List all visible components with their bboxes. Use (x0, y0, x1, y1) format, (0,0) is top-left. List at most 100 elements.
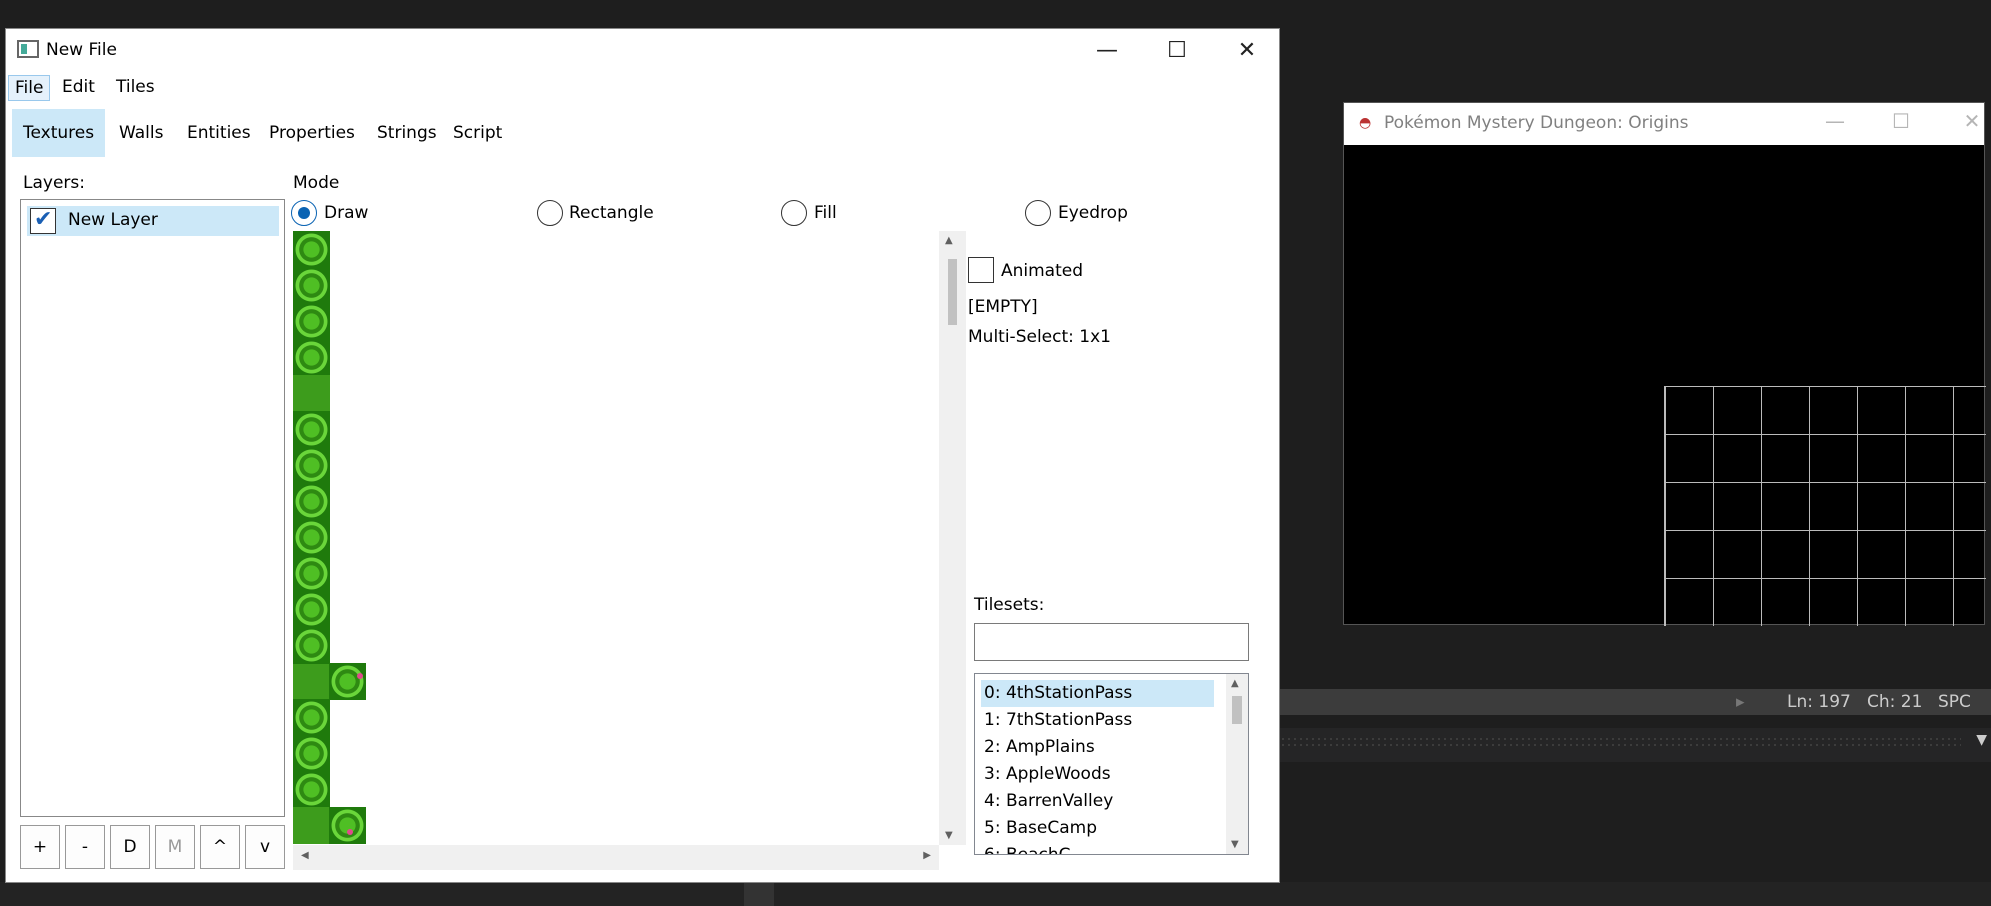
duplicate-layer-button[interactable]: D (110, 825, 150, 869)
move-layer-down-button[interactable]: v (245, 825, 285, 869)
game-title: Pokémon Mystery Dungeon: Origins (1384, 113, 1689, 133)
menu-tiles[interactable]: Tiles (110, 75, 161, 101)
tile[interactable] (329, 807, 366, 844)
tile[interactable] (293, 447, 330, 484)
tile[interactable] (293, 735, 330, 772)
layers-list[interactable]: New Layer (20, 199, 285, 817)
list-item[interactable]: 0: 4thStationPass (981, 680, 1214, 707)
tileset-horizontal-scrollbar[interactable]: ◀ ▶ (293, 845, 939, 870)
list-item[interactable]: 2: AmpPlains (981, 734, 1214, 761)
scroll-up-icon[interactable]: ▲ (1231, 678, 1239, 689)
caret-right-icon: ▸ (1736, 692, 1745, 712)
mode-fill-radio[interactable] (781, 200, 807, 226)
mode-eyedrop-label[interactable]: Eyedrop (1058, 203, 1128, 223)
tile[interactable] (293, 303, 330, 340)
panel-divider (1280, 736, 1961, 750)
close-button[interactable]: ✕ (1218, 29, 1276, 73)
tile[interactable] (293, 267, 330, 304)
merge-layer-button[interactable]: M (155, 825, 195, 869)
list-item[interactable]: 4: BarrenValley (981, 788, 1214, 815)
menu-file[interactable]: File (8, 75, 51, 101)
game-window[interactable]: ◓ Pokémon Mystery Dungeon: Origins — ☐ ✕ (1343, 102, 1986, 626)
ide-panel-strip: ▼ (1270, 728, 1991, 762)
chevron-down-icon[interactable]: ▼ (1976, 732, 1987, 748)
animated-checkbox[interactable] (968, 257, 994, 283)
tab-strings[interactable]: Strings (366, 109, 448, 157)
scroll-thumb[interactable] (948, 259, 957, 325)
scroll-thumb[interactable] (1232, 696, 1242, 724)
list-item[interactable]: 5: BaseCamp (981, 815, 1214, 842)
editor-titlebar[interactable]: New File — ☐ ✕ (6, 29, 1279, 73)
tile[interactable] (293, 699, 330, 736)
layers-label: Layers: (23, 173, 85, 193)
tilesets-label: Tilesets: (974, 595, 1045, 615)
scroll-right-icon[interactable]: ▶ (923, 850, 931, 861)
multiselect-label: Multi-Select: 1x1 (968, 327, 1111, 347)
scroll-up-icon[interactable]: ▲ (945, 235, 953, 246)
mode-rectangle-label[interactable]: Rectangle (569, 203, 654, 223)
mode-eyedrop-radio[interactable] (1025, 200, 1051, 226)
tile[interactable] (293, 483, 330, 520)
tab-script[interactable]: Script (442, 109, 513, 157)
minimize-button[interactable]: — (1078, 29, 1136, 73)
tile[interactable] (293, 771, 330, 808)
app-icon (17, 40, 39, 58)
menu-edit[interactable]: Edit (56, 75, 101, 101)
game-close-button[interactable]: ✕ (1949, 109, 1991, 137)
mode-draw-radio[interactable] (291, 200, 317, 226)
game-maximize-button[interactable]: ☐ (1878, 109, 1924, 137)
status-column[interactable]: Ch: 21 (1867, 692, 1922, 712)
status-line[interactable]: Ln: 197 (1787, 692, 1851, 712)
flower-decal (357, 673, 363, 679)
mode-fill-label[interactable]: Fill (814, 203, 837, 223)
list-item[interactable]: 3: AppleWoods (981, 761, 1214, 788)
tile[interactable] (293, 627, 330, 664)
tab-properties[interactable]: Properties (258, 109, 366, 157)
tilesets-scrollbar[interactable]: ▲ ▼ (1226, 674, 1248, 854)
tile[interactable] (293, 555, 330, 592)
tile[interactable] (293, 591, 330, 628)
tile[interactable] (293, 375, 330, 412)
tilesets-list[interactable]: 0: 4thStationPass 1: 7thStationPass 2: A… (974, 673, 1249, 855)
list-item[interactable]: 6: BeachC... (981, 842, 1214, 854)
tile[interactable] (293, 339, 330, 376)
layer-visible-checkbox[interactable] (30, 207, 56, 234)
tileset-vertical-scrollbar[interactable]: ▲ ▼ (939, 231, 966, 845)
tile[interactable] (293, 231, 330, 268)
flower-decal (347, 829, 353, 835)
tile[interactable] (293, 807, 330, 844)
tab-walls[interactable]: Walls (108, 109, 174, 157)
tileset-viewer[interactable] (293, 231, 938, 845)
menu-bar: File Edit Tiles (6, 73, 1279, 101)
remove-layer-button[interactable]: - (65, 825, 105, 869)
mode-draw-label[interactable]: Draw (324, 203, 368, 223)
tile[interactable] (293, 519, 330, 556)
tile[interactable] (329, 663, 366, 700)
scroll-left-icon[interactable]: ◀ (301, 850, 309, 861)
tile[interactable] (293, 411, 330, 448)
tile[interactable] (293, 663, 330, 700)
layer-item[interactable]: New Layer (27, 206, 279, 236)
game-map-grid[interactable] (1664, 386, 1986, 626)
status-indent[interactable]: SPC (1938, 692, 1971, 712)
ide-scrollbar[interactable] (744, 882, 774, 906)
game-minimize-button[interactable]: — (1812, 109, 1858, 137)
tab-entities[interactable]: Entities (176, 109, 262, 157)
list-item[interactable]: 1: 7thStationPass (981, 707, 1214, 734)
game-titlebar[interactable]: ◓ Pokémon Mystery Dungeon: Origins — ☐ ✕ (1344, 103, 1984, 145)
maximize-button[interactable]: ☐ (1148, 29, 1206, 73)
scroll-down-icon[interactable]: ▼ (1231, 839, 1239, 850)
scroll-down-icon[interactable]: ▼ (945, 830, 953, 841)
window-title: New File (46, 40, 117, 60)
tab-textures[interactable]: Textures (12, 109, 106, 157)
pokeball-icon: ◓ (1359, 115, 1372, 131)
mode-label: Mode (293, 173, 340, 193)
animated-label[interactable]: Animated (1001, 261, 1083, 281)
mode-rectangle-radio[interactable] (537, 200, 563, 226)
layer-name: New Layer (68, 210, 158, 230)
editor-window[interactable]: New File — ☐ ✕ File Edit Tiles Textures … (5, 28, 1280, 883)
ide-lower-area (0, 882, 1991, 906)
add-layer-button[interactable]: + (20, 825, 60, 869)
move-layer-up-button[interactable]: ^ (200, 825, 240, 869)
tilesets-search-input[interactable] (974, 623, 1249, 661)
